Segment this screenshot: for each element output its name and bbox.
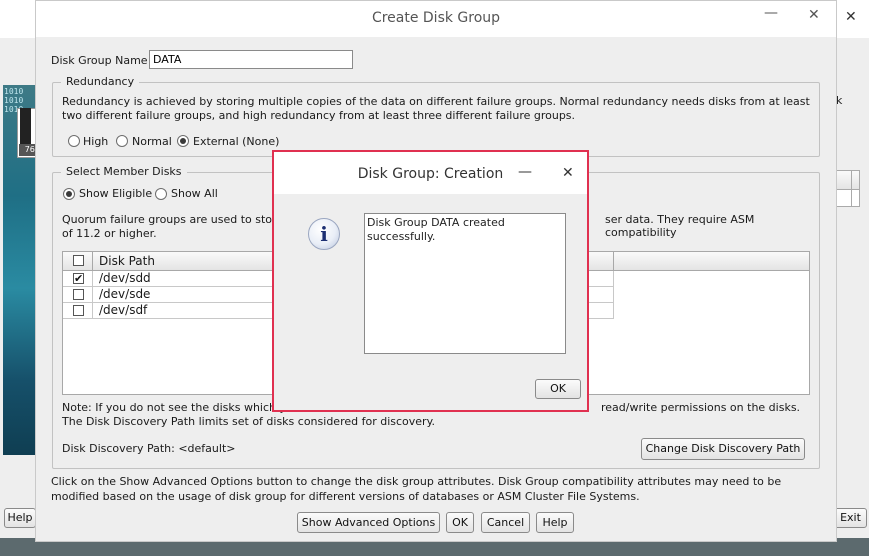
note-text-right: read/write permissions on the disks. <box>601 401 801 414</box>
background-close-icon[interactable]: ✕ <box>845 9 857 25</box>
change-discovery-path-button[interactable]: Change Disk Discovery Path <box>641 438 805 460</box>
disk-path-cell: /dev/sdd <box>99 271 151 285</box>
radio-normal[interactable] <box>116 135 128 147</box>
radio-external-label: External (None) <box>193 135 280 148</box>
disk-group-creation-popup: Disk Group: Creation — ✕ i Disk Group DA… <box>272 150 589 412</box>
background-exit-button[interactable]: Exit <box>834 508 867 528</box>
help-button[interactable]: Help <box>536 512 574 533</box>
popup-minimize-icon[interactable]: — <box>518 164 532 180</box>
radio-show-eligible[interactable] <box>63 188 75 200</box>
note-text-line2: The Disk Discovery Path limits set of di… <box>62 415 436 428</box>
note-text-left: Note: If you do not see the disks which … <box>62 401 287 414</box>
row-checkbox-checked[interactable]: ✔ <box>73 273 84 284</box>
discovery-path-label: Disk Discovery Path: <default> <box>62 442 236 455</box>
info-icon: i <box>308 218 340 250</box>
quorum-text-line2: of 11.2 or higher. <box>62 227 157 240</box>
radio-normal-label: Normal <box>132 135 172 148</box>
disk-path-cell: /dev/sdf <box>99 303 148 317</box>
radio-show-all-label: Show All <box>171 187 218 200</box>
show-advanced-options-button[interactable]: Show Advanced Options <box>297 512 440 533</box>
radio-show-eligible-label: Show Eligible <box>79 187 153 200</box>
minimize-icon[interactable]: — <box>764 5 778 21</box>
radio-high[interactable] <box>68 135 80 147</box>
disk-path-column-header[interactable]: Disk Path <box>99 254 155 268</box>
popup-close-icon[interactable]: ✕ <box>562 165 574 181</box>
select-all-checkbox[interactable] <box>73 255 84 266</box>
column-divider <box>92 271 93 319</box>
quorum-text-right: ser data. They require ASM compatibility <box>605 213 755 239</box>
radio-high-label: High <box>83 135 109 148</box>
radio-external[interactable] <box>177 135 189 147</box>
redundancy-legend: Redundancy <box>61 75 140 88</box>
screen-magnifier-preview <box>20 108 31 146</box>
quorum-text-left: Quorum failure groups are used to stor <box>62 213 277 226</box>
popup-ok-button[interactable]: OK <box>535 379 581 399</box>
close-icon[interactable]: ✕ <box>808 7 820 23</box>
row-checkbox[interactable] <box>73 289 84 300</box>
ok-button[interactable]: OK <box>446 512 474 533</box>
background-table-fragment <box>836 170 860 207</box>
popup-title: Disk Group: Creation <box>357 166 504 182</box>
disk-path-cell: /dev/sde <box>99 287 151 301</box>
disk-group-name-label: Disk Group Name <box>51 54 148 67</box>
radio-show-all[interactable] <box>155 188 167 200</box>
dialog-title: Create Disk Group <box>371 10 501 26</box>
column-divider <box>613 271 614 319</box>
row-checkbox[interactable] <box>73 305 84 316</box>
cancel-button[interactable]: Cancel <box>481 512 530 533</box>
redundancy-group: Redundancy Redundancy is achieved by sto… <box>52 75 820 157</box>
advanced-options-note: Click on the Show Advanced Options butto… <box>51 475 782 503</box>
background-help-button[interactable]: Help <box>4 508 36 528</box>
redundancy-description: Redundancy is achieved by storing multip… <box>62 95 810 122</box>
member-disks-legend: Select Member Disks <box>61 165 187 178</box>
disk-group-name-input[interactable] <box>149 50 353 69</box>
popup-message: Disk Group DATA created successfully. <box>364 213 566 354</box>
